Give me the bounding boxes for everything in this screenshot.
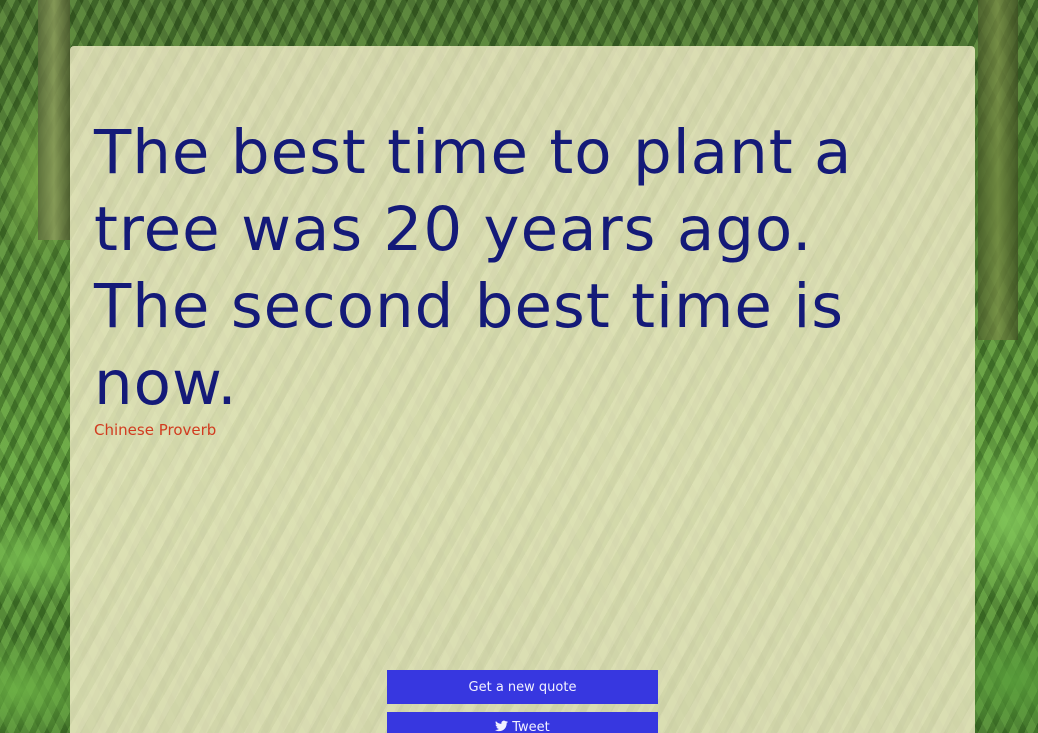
new-quote-button[interactable]: Get a new quote	[387, 670, 658, 704]
twitter-icon	[495, 720, 509, 732]
tweet-button[interactable]: Tweet	[387, 712, 658, 733]
background-tree-trunk	[38, 0, 70, 240]
tweet-button-label: Tweet	[512, 720, 550, 733]
quote-card: The best time to plant a tree was 20 yea…	[70, 46, 975, 733]
quote-text: The best time to plant a tree was 20 yea…	[94, 117, 853, 419]
background-tree-trunk	[978, 0, 1018, 340]
new-quote-button-label: Get a new quote	[468, 679, 577, 695]
quote-author: Chinese Proverb	[94, 421, 217, 439]
